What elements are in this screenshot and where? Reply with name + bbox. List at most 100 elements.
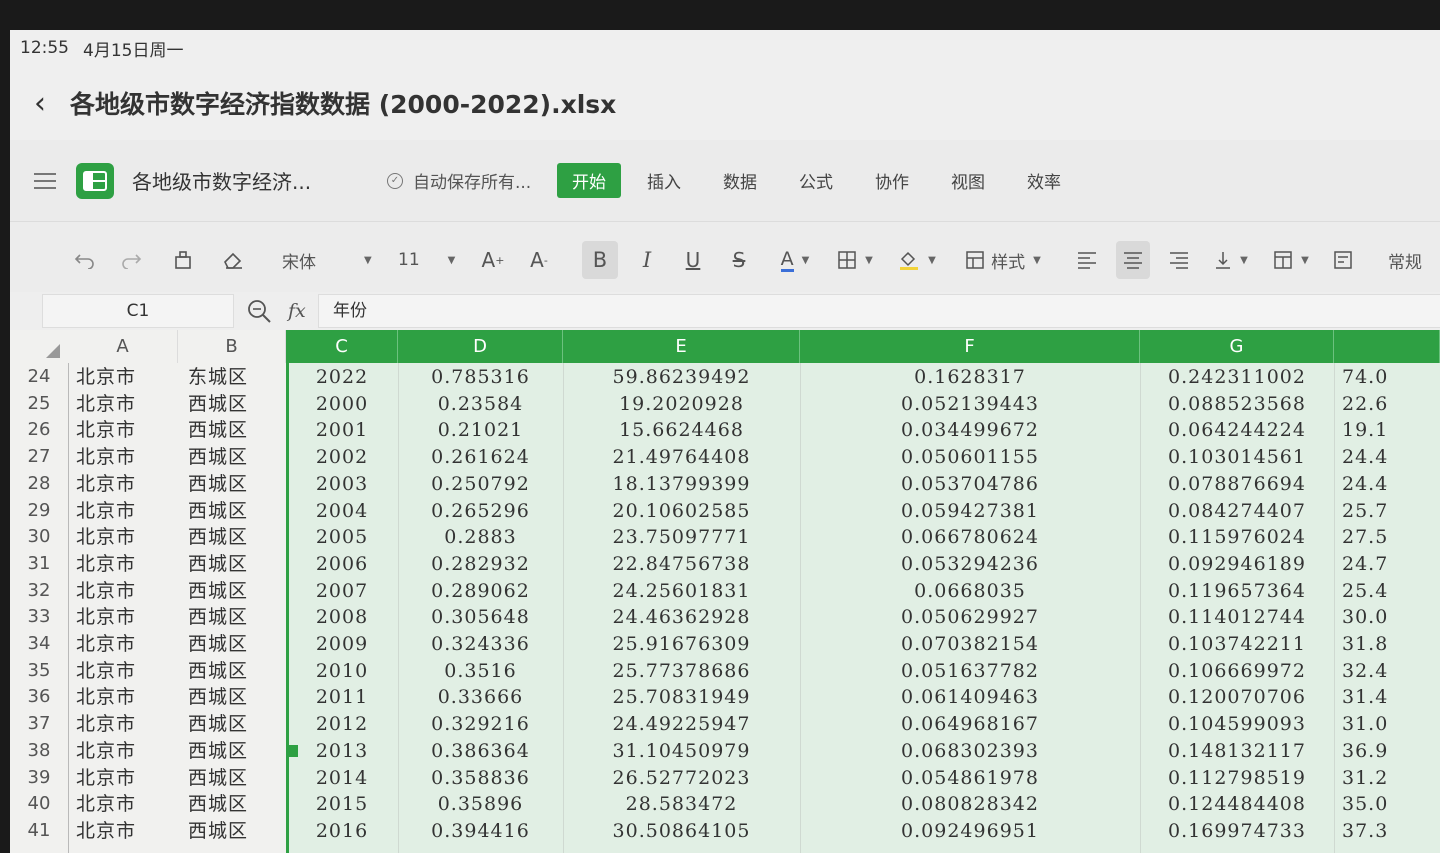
cell-h[interactable]: 31.0 <box>1342 711 1440 738</box>
back-chevron-icon[interactable]: ‹ <box>34 86 70 121</box>
styles-button[interactable]: 样式 ▼ <box>958 241 1048 279</box>
font-family-select[interactable]: 宋体 ▼ <box>282 241 382 279</box>
cell-h[interactable]: 31.2 <box>1342 765 1440 792</box>
cell-a[interactable]: 北京市 <box>76 818 176 845</box>
cell-c[interactable]: 2003 <box>286 471 398 498</box>
cell-h[interactable]: 31.4 <box>1342 684 1440 711</box>
cell-f[interactable]: 0.050601155 <box>800 444 1140 471</box>
column-header-g[interactable]: G <box>1140 330 1334 363</box>
cell-f[interactable]: 0.092496951 <box>800 818 1140 845</box>
cell-g[interactable]: 0.103742211 <box>1140 631 1334 658</box>
cell-h[interactable]: 24.4 <box>1342 471 1440 498</box>
cell-b[interactable]: 西城区 <box>188 498 284 525</box>
cell-b[interactable]: 西城区 <box>188 791 284 818</box>
tab-formula[interactable]: 公式 <box>799 163 833 198</box>
cell-d[interactable]: 0.289062 <box>398 578 563 605</box>
cell-a[interactable]: 北京市 <box>76 604 176 631</box>
cell-a[interactable]: 北京市 <box>76 578 176 605</box>
cell-e[interactable]: 24.49225947 <box>563 711 800 738</box>
row-number[interactable]: 32 <box>10 578 68 605</box>
eraser-icon[interactable] <box>218 241 248 279</box>
column-header-d[interactable]: D <box>398 330 563 363</box>
cell-a[interactable]: 北京市 <box>76 658 176 685</box>
cell-e[interactable]: 23.75097771 <box>563 524 800 551</box>
cell-g[interactable]: 0.119657364 <box>1140 578 1334 605</box>
cell-d[interactable]: 0.785316 <box>398 364 563 391</box>
cell-c[interactable]: 2008 <box>286 604 398 631</box>
cell-b[interactable]: 西城区 <box>188 818 284 845</box>
cell-g[interactable]: 0.078876694 <box>1140 471 1334 498</box>
cell-f[interactable]: 0.054861978 <box>800 765 1140 792</box>
cell-d[interactable]: 0.329216 <box>398 711 563 738</box>
cell-g[interactable]: 0.169974733 <box>1140 818 1334 845</box>
cell-g[interactable]: 0.104599093 <box>1140 711 1334 738</box>
format-painter-icon[interactable] <box>168 241 198 279</box>
cell-a[interactable]: 北京市 <box>76 471 176 498</box>
cell-c[interactable]: 2010 <box>286 658 398 685</box>
cell-f[interactable]: 0.061409463 <box>800 684 1140 711</box>
cell-a[interactable]: 北京市 <box>76 551 176 578</box>
fill-handle[interactable] <box>286 745 298 757</box>
cell-a[interactable]: 北京市 <box>76 711 176 738</box>
cell-c[interactable]: 2000 <box>286 391 398 418</box>
cell-d[interactable]: 0.261624 <box>398 444 563 471</box>
cell-f[interactable]: 0.053704786 <box>800 471 1140 498</box>
column-header-c[interactable]: C <box>286 330 398 363</box>
fill-color-button[interactable]: ▼ <box>894 241 940 279</box>
cell-c[interactable]: 2001 <box>286 417 398 444</box>
cell-g[interactable]: 0.106669972 <box>1140 658 1334 685</box>
formula-input[interactable]: 年份 <box>318 294 1440 328</box>
cell-b[interactable]: 西城区 <box>188 604 284 631</box>
cell-d[interactable]: 0.35896 <box>398 791 563 818</box>
cell-g[interactable]: 0.092946189 <box>1140 551 1334 578</box>
cell-h[interactable]: 27.5 <box>1342 524 1440 551</box>
cell-d[interactable]: 0.33666 <box>398 684 563 711</box>
font-color-button[interactable]: A ▼ <box>772 241 818 279</box>
cell-a[interactable]: 北京市 <box>76 684 176 711</box>
cell-f[interactable]: 0.051637782 <box>800 658 1140 685</box>
tab-insert[interactable]: 插入 <box>647 163 681 198</box>
align-center-icon[interactable] <box>1116 241 1150 279</box>
cell-d[interactable]: 0.305648 <box>398 604 563 631</box>
row-number[interactable]: 37 <box>10 711 68 738</box>
cell-h[interactable]: 31.8 <box>1342 631 1440 658</box>
cell-e[interactable]: 20.10602585 <box>563 498 800 525</box>
cell-f[interactable]: 0.1628317 <box>800 364 1140 391</box>
cell-f[interactable]: 0.034499672 <box>800 417 1140 444</box>
cell-h[interactable]: 22.6 <box>1342 391 1440 418</box>
tab-start[interactable]: 开始 <box>557 163 621 198</box>
cell-c[interactable]: 2005 <box>286 524 398 551</box>
cell-a[interactable]: 北京市 <box>76 498 176 525</box>
cell-e[interactable]: 18.13799399 <box>563 471 800 498</box>
cell-a[interactable]: 北京市 <box>76 364 176 391</box>
cell-g[interactable]: 0.124484408 <box>1140 791 1334 818</box>
cell-b[interactable]: 西城区 <box>188 551 284 578</box>
tab-view[interactable]: 视图 <box>951 163 985 198</box>
cell-g[interactable]: 0.242311002 <box>1140 364 1334 391</box>
increase-font-icon[interactable]: A + <box>478 241 508 279</box>
merge-cells-button[interactable]: ▼ <box>1268 241 1314 279</box>
cell-b[interactable]: 西城区 <box>188 471 284 498</box>
cell-b[interactable]: 西城区 <box>188 684 284 711</box>
cell-d[interactable]: 0.2883 <box>398 524 563 551</box>
cell-c[interactable]: 2002 <box>286 444 398 471</box>
cell-c[interactable]: 2011 <box>286 684 398 711</box>
row-number[interactable]: 28 <box>10 471 68 498</box>
column-header-b[interactable]: B <box>178 330 286 363</box>
cell-a[interactable]: 北京市 <box>76 444 176 471</box>
cell-h[interactable]: 35.0 <box>1342 791 1440 818</box>
cell-b[interactable]: 西城区 <box>188 765 284 792</box>
cell-f[interactable]: 0.053294236 <box>800 551 1140 578</box>
cell-e[interactable]: 25.77378686 <box>563 658 800 685</box>
cell-e[interactable]: 15.6624468 <box>563 417 800 444</box>
cell-e[interactable]: 30.50864105 <box>563 818 800 845</box>
cell-b[interactable]: 西城区 <box>188 524 284 551</box>
column-header-a[interactable]: A <box>68 330 178 363</box>
cell-e[interactable]: 26.52772023 <box>563 765 800 792</box>
cell-d[interactable]: 0.282932 <box>398 551 563 578</box>
cell-b[interactable]: 西城区 <box>188 391 284 418</box>
cell-b[interactable]: 西城区 <box>188 658 284 685</box>
select-all-corner[interactable] <box>46 344 60 358</box>
cell-a[interactable]: 北京市 <box>76 765 176 792</box>
cell-a[interactable]: 北京市 <box>76 791 176 818</box>
